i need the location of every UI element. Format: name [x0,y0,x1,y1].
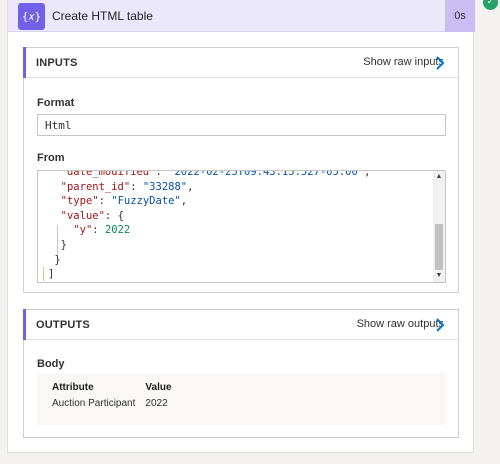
code-token: "FuzzyDate" [111,195,181,208]
code-token: , [180,195,188,208]
code-line: ] [48,267,431,282]
code-token: "parent_id" [60,180,131,193]
variable-icon: {𝑥} [18,3,45,30]
table-header-cell: Value [145,382,172,393]
output-table-container: Attribute Value Auction Participant 2022 [37,373,446,425]
code-token: : [98,195,112,208]
code-token: , [364,170,371,178]
from-label: From [37,152,65,164]
code-token: 2022 [104,224,131,237]
code-line: "y": 2022 [48,223,431,238]
code-line: } [48,253,431,268]
show-raw-outputs-link[interactable]: Show raw outputs [357,318,444,330]
scroll-up-arrow[interactable]: ▲ [434,172,444,182]
inputs-section-header: INPUTS Show raw inputs [23,47,458,78]
code-lines: "date_modified": "2022-02-25T09:43:15.52… [48,170,431,282]
code-token: } [60,238,67,251]
format-field[interactable]: Html [37,114,446,136]
scroll-thumb[interactable] [435,224,443,270]
chevron-right-icon[interactable] [435,56,445,70]
inputs-section: INPUTS Show raw inputs Format Html From … [23,47,459,293]
code-token: "33288" [142,180,188,193]
code-token: "2022-02-25T09:43:15.527-05:00" [168,170,365,178]
code-token: : { [104,209,124,222]
table-row: Auction Participant 2022 [52,398,182,409]
outputs-section-label: OUTPUTS [36,319,90,331]
duration-badge: 0s [445,0,475,32]
table-header-row: Attribute Value [52,382,182,398]
code-line: "type": "FuzzyDate", [48,194,431,209]
code-token: : [155,170,169,178]
chevron-right-icon[interactable] [435,318,445,332]
code-line: "date_modified": "2022-02-25T09:43:15.52… [48,170,431,180]
show-raw-outputs-label: Show raw outputs [356,318,444,330]
table-header-cell: Attribute [52,382,94,393]
outputs-section-header: OUTPUTS Show raw outputs [23,309,458,340]
code-line: "parent_id": "33288", [48,180,431,195]
code-scrollbar[interactable]: ▲ ▼ [433,171,445,282]
table-cell: Auction Participant [52,398,136,409]
format-label: Format [37,97,75,109]
code-token: ] [48,268,55,281]
inputs-section-label: INPUTS [36,57,78,69]
code-token: : [92,224,105,237]
from-code-viewer[interactable]: "date_modified": "2022-02-25T09:43:15.52… [37,170,446,283]
code-token: , [187,180,194,193]
fold-guide-root [43,267,44,281]
show-raw-inputs-label: Show raw inputs [363,56,444,68]
code-line: "value": { [48,209,431,224]
code-token: "y" [73,224,93,237]
code-line: } [48,238,431,253]
code-token: "type" [60,195,99,208]
body-label: Body [37,358,65,370]
table-cell: 2022 [145,398,168,409]
scroll-down-arrow[interactable]: ▼ [434,271,444,281]
show-raw-inputs-link[interactable]: Show raw inputs [363,56,444,68]
code-token: } [54,253,61,266]
action-header[interactable]: {𝑥} Create HTML table 0s [8,0,475,32]
code-token: : [130,180,143,193]
code-token: "value" [60,209,105,222]
action-title: Create HTML table [52,9,153,23]
code-token: "date_modified" [60,170,156,178]
action-card: {𝑥} Create HTML table 0s INPUTS Show raw… [7,0,475,453]
outputs-section: OUTPUTS Show raw outputs Body Attribute … [23,309,459,438]
output-table: Attribute Value Auction Participant 2022 [52,382,182,409]
success-check-icon: ✓ [483,0,498,10]
